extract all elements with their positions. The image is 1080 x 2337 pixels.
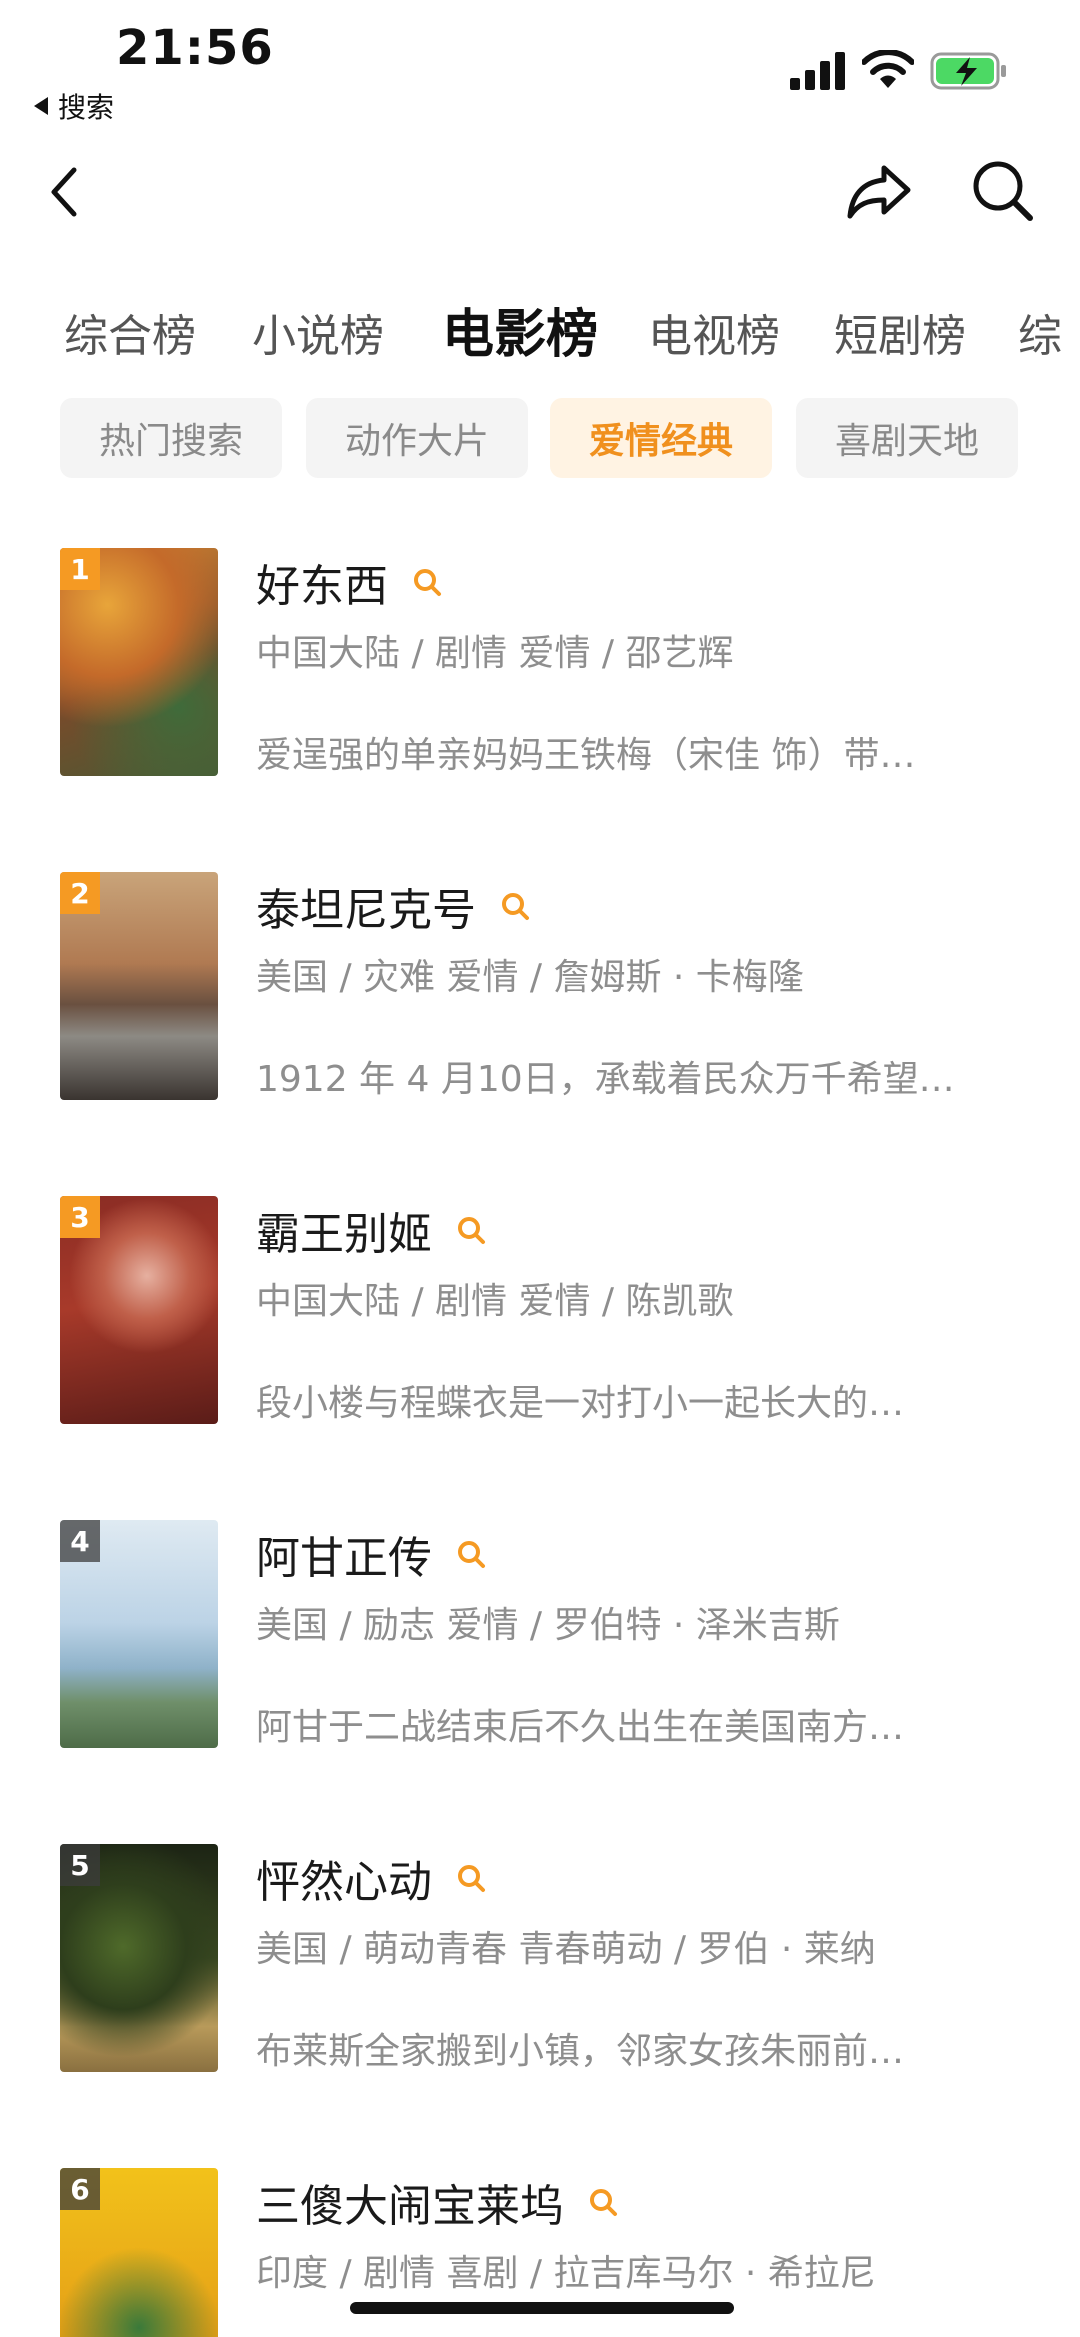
- tag-hot-search[interactable]: 热门搜索: [60, 398, 282, 478]
- tab-novel[interactable]: 小说榜: [252, 300, 384, 364]
- movie-poster[interactable]: 4: [60, 1520, 218, 1748]
- back-chevron-icon[interactable]: [40, 156, 92, 226]
- back-to-app-link[interactable]: 搜索: [34, 86, 114, 126]
- sub-tag-row: 热门搜索 动作大片 爱情经典 喜剧天地: [0, 398, 1080, 480]
- rank-badge: 4: [60, 1520, 100, 1562]
- movie-meta: 美国 / 灾难 爱情 / 詹姆斯 · 卡梅隆: [256, 957, 804, 998]
- list-item[interactable]: 5 怦然心动 美国 / 萌动青春 青春萌动 / 罗伯 · 莱纳 布莱斯全家搬到小…: [0, 1844, 1080, 2074]
- movie-description: 爱逞强的单亲妈妈王铁梅（宋佳 饰）带…: [256, 735, 916, 776]
- movie-poster[interactable]: 3: [60, 1196, 218, 1424]
- movie-meta: 美国 / 励志 爱情 / 罗伯特 · 泽米吉斯: [256, 1605, 840, 1646]
- movie-title[interactable]: 阿甘正传: [256, 1522, 432, 1586]
- tab-movie[interactable]: 电影榜: [442, 292, 598, 367]
- nav-bar: [0, 140, 1080, 240]
- rank-badge: 6: [60, 2168, 100, 2210]
- tab-short-drama[interactable]: 短剧榜: [834, 300, 966, 364]
- category-tabs: 综合榜 小说榜 电影榜 电视榜 短剧榜 综: [0, 288, 1080, 368]
- search-icon[interactable]: [454, 1861, 488, 1895]
- movie-meta: 中国大陆 / 剧情 爱情 / 陈凯歌: [256, 1281, 734, 1322]
- back-app-label: 搜索: [58, 91, 115, 124]
- search-icon[interactable]: [454, 1213, 488, 1247]
- movie-meta: 中国大陆 / 剧情 爱情 / 邵艺辉: [256, 633, 734, 674]
- list-item[interactable]: 1 好东西 中国大陆 / 剧情 爱情 / 邵艺辉 爱逞强的单亲妈妈王铁梅（宋佳 …: [0, 548, 1080, 778]
- search-icon[interactable]: [586, 2185, 620, 2219]
- movie-title[interactable]: 怦然心动: [256, 1846, 432, 1910]
- rank-badge: 3: [60, 1196, 100, 1238]
- movie-poster[interactable]: 6: [60, 2168, 218, 2337]
- list-item[interactable]: 2 泰坦尼克号 美国 / 灾难 爱情 / 詹姆斯 · 卡梅隆 1912 年 4 …: [0, 872, 1080, 1102]
- movie-poster[interactable]: 1: [60, 548, 218, 776]
- list-item[interactable]: 3 霸王别姬 中国大陆 / 剧情 爱情 / 陈凯歌 段小楼与程蝶衣是一对打小一起…: [0, 1196, 1080, 1426]
- movie-poster[interactable]: 5: [60, 1844, 218, 2072]
- tag-romance-classic[interactable]: 爱情经典: [550, 398, 772, 478]
- status-bar: 21:56 搜索: [0, 0, 1080, 124]
- movie-description: 段小楼与程蝶衣是一对打小一起长大的…: [256, 1383, 905, 1424]
- home-indicator[interactable]: [350, 2302, 734, 2314]
- rank-badge: 5: [60, 1844, 100, 1886]
- battery-charging-icon: [930, 52, 1006, 90]
- tag-comedy[interactable]: 喜剧天地: [796, 398, 1018, 478]
- movie-poster[interactable]: 2: [60, 872, 218, 1100]
- list-item[interactable]: 4 阿甘正传 美国 / 励志 爱情 / 罗伯特 · 泽米吉斯 阿甘于二战结束后不…: [0, 1520, 1080, 1750]
- movie-meta: 美国 / 萌动青春 青春萌动 / 罗伯 · 莱纳: [256, 1929, 876, 1970]
- tag-action[interactable]: 动作大片: [306, 398, 528, 478]
- movie-meta: 印度 / 剧情 喜剧 / 拉吉库马尔 · 希拉尼: [256, 2253, 876, 2294]
- movie-description: 1912 年 4 月10日，承载着民众万千希望…: [256, 1059, 955, 1100]
- rank-badge: 1: [60, 548, 100, 590]
- movie-title[interactable]: 三傻大闹宝莱坞: [256, 2170, 564, 2234]
- movie-description: 布莱斯全家搬到小镇，邻家女孩朱丽前…: [256, 2031, 905, 2072]
- movie-title[interactable]: 霸王别姬: [256, 1198, 432, 1262]
- status-time: 21:56: [116, 20, 274, 76]
- back-triangle-icon: [34, 97, 48, 115]
- share-icon[interactable]: [838, 150, 918, 230]
- signal-icon: [790, 52, 845, 90]
- search-icon[interactable]: [454, 1537, 488, 1571]
- search-icon[interactable]: [498, 889, 532, 923]
- rank-badge: 2: [60, 872, 100, 914]
- tab-tv[interactable]: 电视榜: [648, 300, 780, 364]
- search-icon[interactable]: [410, 565, 444, 599]
- movie-title[interactable]: 好东西: [256, 550, 388, 614]
- wifi-icon: [862, 50, 914, 88]
- movie-description: 阿甘于二战结束后不久出生在美国南方…: [256, 1707, 905, 1748]
- movie-title[interactable]: 泰坦尼克号: [256, 874, 476, 938]
- tab-overall[interactable]: 综合榜: [64, 300, 196, 364]
- search-icon[interactable]: [962, 150, 1042, 230]
- tab-variety[interactable]: 综: [1018, 300, 1062, 364]
